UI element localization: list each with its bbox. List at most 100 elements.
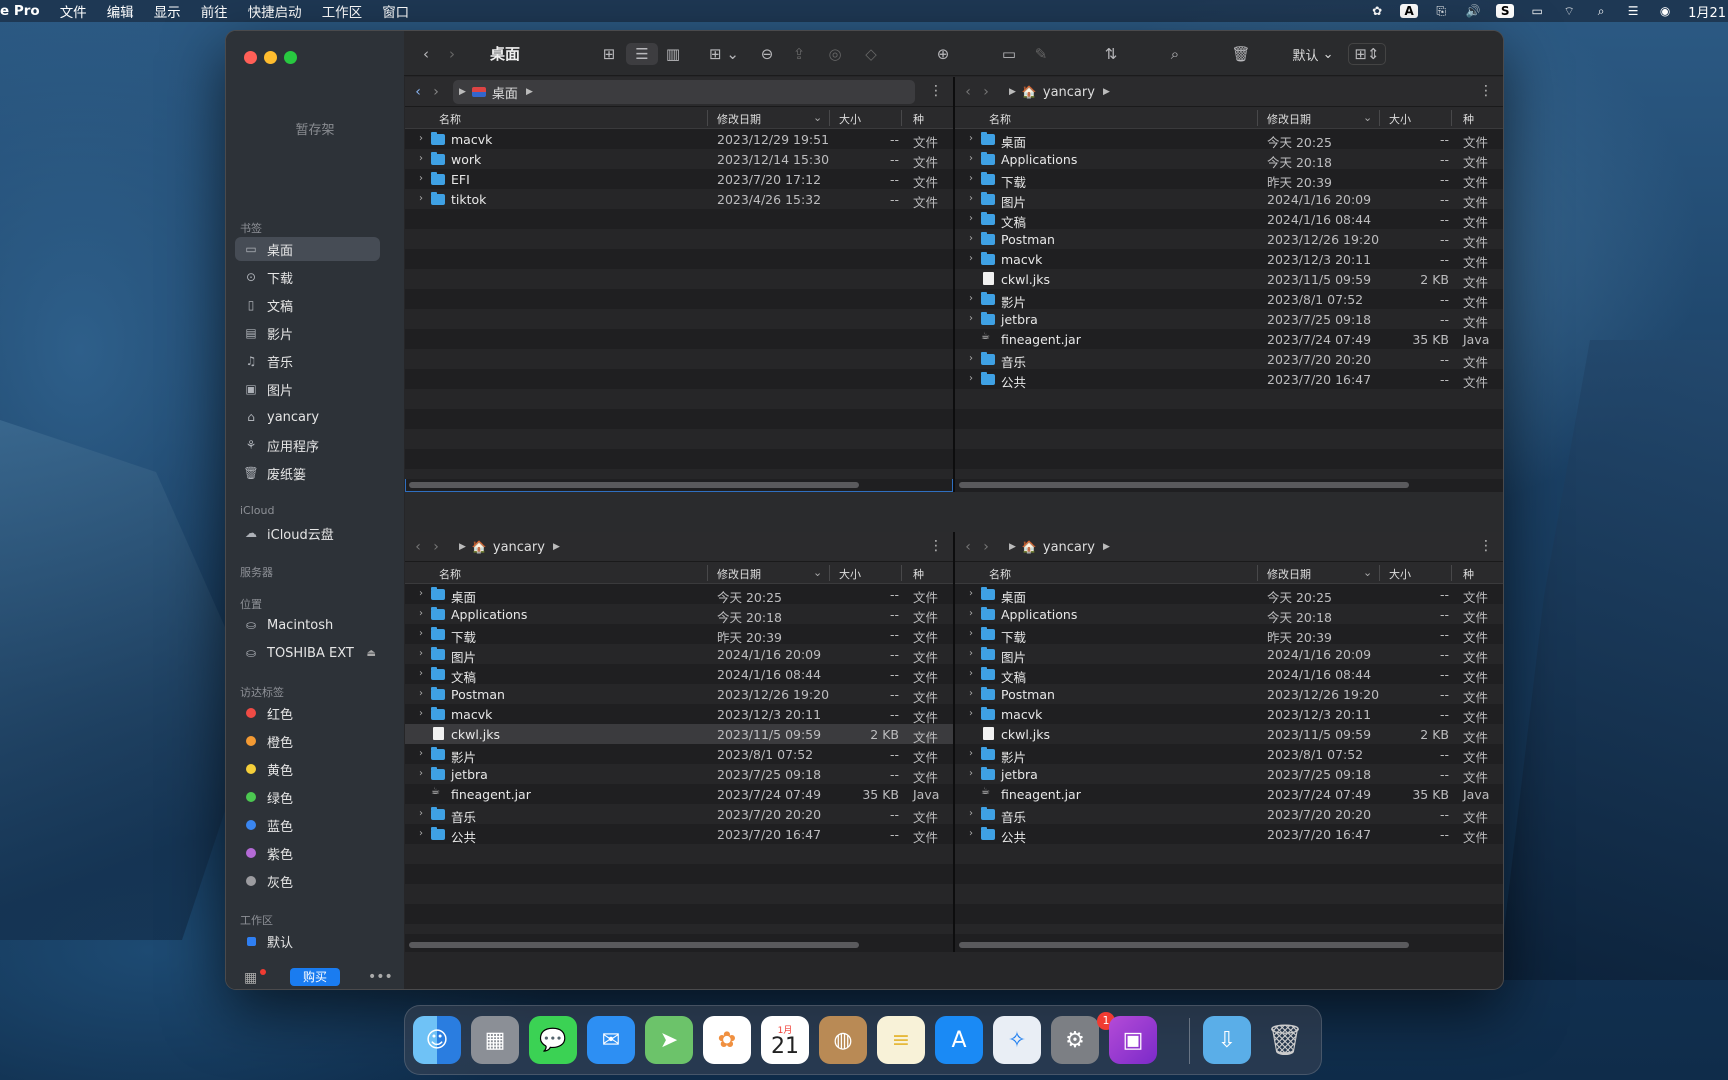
table-row[interactable]: ☕ fineagent.jar 2023/7/24 07:49 35 KB Java [405,784,953,804]
table-row[interactable]: › jetbra 2023/7/25 09:18 -- 文件 [955,764,1503,785]
column-kind[interactable]: 种 [913,111,924,127]
sort-select[interactable]: 默认 ⌄ [1288,43,1338,65]
buy-button[interactable]: 购买 [290,968,340,986]
table-row[interactable]: › 下载 昨天 20:39 -- 文件 [405,624,953,645]
sidebar-item-trash[interactable]: 🗑 废纸篓 [235,461,380,485]
pane-top-left[interactable]: ‹ › ▶ 桌面 ▶ ⋮ 名称 修改日期 ⌄ 大小 种 › macvk 2023/12/29 1… [405,77,953,492]
app-icon[interactable]: ▣ [1109,1016,1157,1064]
disclosure-chevron-icon[interactable]: › [969,668,973,679]
column-name[interactable]: 名称 [989,566,1011,582]
sidebar-item-icloud[interactable]: ☁ iCloud云盘 [235,521,380,545]
pane-menu-icon[interactable]: ⋮ [1479,538,1493,554]
disclosure-chevron-icon[interactable]: › [969,233,973,244]
sidebar-item-documents[interactable]: ▯ 文稿 [235,293,380,317]
spotlight-icon[interactable]: ⌕ [1592,4,1610,18]
sidebar-item-desktop[interactable]: ▭ 桌面 [235,237,380,261]
column-size[interactable]: 大小 [1389,566,1411,582]
sidebar-item-applications[interactable]: ⚘ 应用程序 [235,433,380,457]
disclosure-chevron-icon[interactable]: › [969,133,973,144]
sidebar-tag-green[interactable]: 绿色 [235,785,380,809]
table-row[interactable]: › 下载 昨天 20:39 -- 文件 [955,624,1503,645]
contacts-icon[interactable]: ◍ [819,1016,867,1064]
column-date[interactable]: 修改日期 [717,111,761,127]
disclosure-chevron-icon[interactable]: › [969,688,973,699]
pane-back-icon[interactable]: ‹ [959,539,977,555]
path-crumb[interactable]: ▶ 🏠 yancary ▶ [453,535,560,559]
wifi-icon[interactable]: ⌔ [1560,4,1578,18]
action-icon[interactable]: ⊖ [756,43,778,65]
table-row[interactable]: › Postman 2023/12/26 19:20 -- 文件 [955,684,1503,705]
column-view-icon[interactable]: ▥ [662,43,684,65]
path-crumb[interactable]: ▶ 桌面 ▶ [453,80,915,104]
pane-menu-icon[interactable]: ⋮ [929,83,943,99]
pane-back-icon[interactable]: ‹ [959,84,977,100]
table-row[interactable]: › 桌面 今天 20:25 -- 文件 [405,584,953,605]
downloads-folder-icon[interactable]: ⇩ [1203,1016,1251,1064]
sidebar-tag-orange[interactable]: 橙色 [235,729,380,753]
appstore-icon[interactable]: A [935,1016,983,1064]
table-row[interactable]: › work 2023/12/14 15:30 -- 文件 [405,149,953,170]
apps-grid-icon[interactable]: ▦ [244,970,257,986]
maps-icon[interactable]: ➤ [645,1016,693,1064]
disclosure-chevron-icon[interactable]: › [969,353,973,364]
trash-icon[interactable]: 🗑 [1261,1016,1309,1064]
table-row[interactable]: › Applications 今天 20:18 -- 文件 [405,604,953,625]
menu-window[interactable]: 窗口 [382,1,409,21]
menu-app-name[interactable]: e Pro [0,3,40,19]
disclosure-chevron-icon[interactable]: › [419,688,423,699]
disclosure-chevron-icon[interactable]: › [969,648,973,659]
table-row[interactable]: › 桌面 今天 20:25 -- 文件 [955,129,1503,150]
path-crumb[interactable]: ▶ 🏠 yancary ▶ [1003,80,1110,104]
pane-top-right[interactable]: ‹ › ▶ 🏠 yancary ▶ ⋮ 名称 修改日期 ⌄ 大小 种 › 桌面 今天 20:25-… [955,77,1503,492]
sidebar-tag-blue[interactable]: 蓝色 [235,813,380,837]
list-view-icon[interactable]: ☰ [626,43,658,65]
horizontal-scrollbar[interactable] [959,482,1409,488]
pane-menu-icon[interactable]: ⋮ [1479,83,1493,99]
disclosure-chevron-icon[interactable]: › [419,628,423,639]
input-method-icon[interactable]: A [1400,4,1419,18]
battery-icon[interactable]: ▭ [1528,4,1546,18]
table-row[interactable]: › jetbra 2023/7/25 09:18 -- 文件 [405,764,953,785]
disclosure-chevron-icon[interactable]: › [969,213,973,224]
disclosure-chevron-icon[interactable]: › [419,808,423,819]
sidebar-tag-purple[interactable]: 紫色 [235,841,380,865]
horizontal-scrollbar[interactable] [409,482,859,488]
disclosure-chevron-icon[interactable]: › [969,748,973,759]
airdrop-icon[interactable]: ◎ [824,43,846,65]
search-icon[interactable]: ⌕ [1164,43,1186,65]
disclosure-chevron-icon[interactable]: › [419,173,423,184]
disclosure-chevron-icon[interactable]: › [419,748,423,759]
network-icon[interactable]: ⊕ [932,43,954,65]
siri-icon[interactable]: ◉ [1656,4,1674,18]
horizontal-scrollbar[interactable] [409,942,859,948]
column-date[interactable]: 修改日期 [1267,566,1311,582]
delete-icon[interactable]: 🗑 [1230,43,1252,65]
menu-edit[interactable]: 编辑 [107,1,134,21]
disclosure-chevron-icon[interactable]: › [419,133,423,144]
table-row[interactable]: ☕ fineagent.jar 2023/7/24 07:49 35 KB Java [955,329,1503,349]
disclosure-chevron-icon[interactable]: › [419,588,423,599]
disclosure-chevron-icon[interactable]: › [419,708,423,719]
notes-icon[interactable]: ≡ [877,1016,925,1064]
edit-icon[interactable]: ✎ [1030,43,1052,65]
column-kind[interactable]: 种 [1463,111,1474,127]
table-row[interactable]: › 音乐 2023/7/20 20:20 -- 文件 [955,349,1503,370]
sidebar-item-pictures[interactable]: ▣ 图片 [235,377,380,401]
table-row[interactable]: › macvk 2023/12/29 19:51 -- 文件 [405,129,953,150]
column-size[interactable]: 大小 [1389,111,1411,127]
pane-bottom-left[interactable]: ‹ › ▶ 🏠 yancary ▶ ⋮ 名称 修改日期 ⌄ 大小 种 › 桌面 今天 20:25-… [405,532,953,952]
menu-workspace[interactable]: 工作区 [322,1,363,21]
table-row[interactable]: › macvk 2023/12/3 20:11 -- 文件 [955,249,1503,270]
mail-icon[interactable]: ✉ [587,1016,635,1064]
text-input-icon[interactable]: ⎘ [1432,4,1450,18]
disclosure-chevron-icon[interactable]: › [969,253,973,264]
table-row[interactable]: ckwl.jks 2023/11/5 09:59 2 KB 文件 [955,269,1503,290]
table-row[interactable]: › 音乐 2023/7/20 20:20 -- 文件 [405,804,953,825]
disclosure-chevron-icon[interactable]: › [969,173,973,184]
table-row[interactable]: › 文稿 2024/1/16 08:44 -- 文件 [955,209,1503,230]
table-row[interactable]: › 图片 2024/1/16 20:09 -- 文件 [405,644,953,665]
table-row[interactable]: › 影片 2023/8/1 07:52 -- 文件 [955,744,1503,765]
horizontal-splitter[interactable] [405,492,1503,532]
settings-icon[interactable]: ⚙ [1051,1016,1099,1064]
table-row[interactable]: › macvk 2023/12/3 20:11 -- 文件 [405,704,953,725]
